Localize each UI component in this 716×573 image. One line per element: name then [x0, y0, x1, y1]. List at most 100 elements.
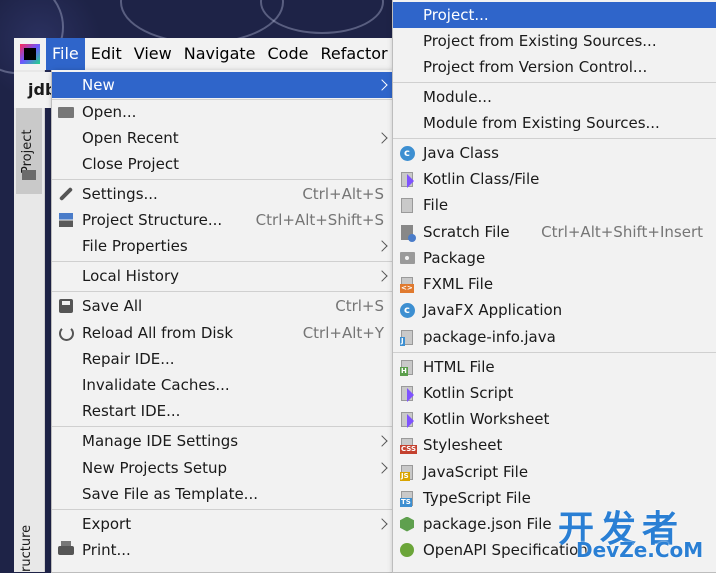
- new-item-fxml-file[interactable]: <> FXML File: [393, 271, 716, 297]
- editor-tab[interactable]: jdb: [14, 72, 56, 108]
- html-file-icon: H: [398, 358, 416, 376]
- wallpaper-swirl: [260, 0, 384, 34]
- new-item-scratch-file[interactable]: Scratch File Ctrl+Alt+Shift+Insert: [393, 219, 716, 245]
- css-file-icon: CSS: [398, 436, 418, 454]
- menu-item-save-all[interactable]: Save All Ctrl+S: [52, 293, 392, 319]
- menu-view-label: View: [133, 44, 172, 63]
- menu-item-shortcut: Ctrl+Alt+S: [302, 185, 384, 203]
- menu-view[interactable]: View: [128, 38, 178, 70]
- menu-navigate[interactable]: Navigate: [178, 38, 262, 70]
- menu-item-open[interactable]: Open...: [52, 99, 392, 125]
- submenu-arrow-icon: [376, 270, 388, 282]
- menu-item-label: New Projects Setup: [82, 459, 228, 477]
- menu-item-reload-all[interactable]: Reload All from Disk Ctrl+Alt+Y: [52, 320, 392, 346]
- menu-item-label: Scratch File: [423, 223, 510, 241]
- menu-item-shortcut: Ctrl+Alt+Shift+Insert: [541, 223, 703, 241]
- java-class-icon: c: [398, 144, 416, 162]
- new-item-java-class[interactable]: c Java Class: [393, 140, 716, 166]
- menu-separator: [393, 138, 716, 139]
- new-item-package[interactable]: Package: [393, 245, 716, 271]
- kotlin-file-icon: [398, 170, 416, 188]
- new-item-module-existing-sources[interactable]: Module from Existing Sources...: [393, 110, 716, 136]
- javafx-icon: c: [398, 301, 416, 319]
- menu-item-label: Java Class: [423, 144, 499, 162]
- menu-item-label: Kotlin Worksheet: [423, 410, 550, 428]
- menu-item-local-history[interactable]: Local History: [52, 263, 392, 289]
- menu-item-print[interactable]: Print...: [52, 537, 392, 563]
- menu-item-label: Kotlin Script: [423, 384, 514, 402]
- menu-edit[interactable]: Edit: [85, 38, 128, 70]
- structure-tool-window-tab[interactable]: ructure: [14, 500, 40, 572]
- menu-file-label: File: [52, 44, 79, 63]
- new-item-project-vcs[interactable]: Project from Version Control...: [393, 54, 716, 80]
- menu-item-label: Module from Existing Sources...: [423, 114, 660, 132]
- menu-edit-label: Edit: [90, 44, 122, 63]
- kotlin-script-icon: [398, 384, 416, 402]
- menu-refactor-label: Refactor: [320, 44, 388, 63]
- new-item-javafx-application[interactable]: c JavaFX Application: [393, 297, 716, 323]
- fxml-file-icon: <>: [398, 275, 416, 293]
- new-item-project[interactable]: Project...: [393, 2, 716, 28]
- new-item-kotlin-class[interactable]: Kotlin Class/File: [393, 166, 716, 192]
- save-icon: [57, 297, 75, 315]
- menu-separator: [393, 82, 716, 83]
- menu-item-shortcut: Ctrl+Alt+Shift+S: [255, 211, 384, 229]
- project-tool-window-tab[interactable]: Project: [16, 108, 42, 194]
- menu-item-invalidate-caches[interactable]: Invalidate Caches...: [52, 372, 392, 398]
- menu-item-label: package.json File: [423, 515, 552, 533]
- menu-code-label: Code: [267, 44, 309, 63]
- new-item-project-existing-sources[interactable]: Project from Existing Sources...: [393, 28, 716, 54]
- menu-item-save-as-template[interactable]: Save File as Template...: [52, 481, 392, 507]
- menu-separator: [52, 509, 392, 510]
- menu-item-project-structure[interactable]: Project Structure... Ctrl+Alt+Shift+S: [52, 207, 392, 233]
- menu-item-label: Local History: [82, 267, 180, 285]
- menubar: File Edit View Navigate Code Refactor: [14, 38, 394, 70]
- menu-item-open-recent[interactable]: Open Recent: [52, 125, 392, 151]
- menu-refactor[interactable]: Refactor: [314, 38, 393, 70]
- menu-item-shortcut: Ctrl+Alt+Y: [302, 324, 384, 342]
- package-icon: [398, 249, 416, 267]
- menu-file[interactable]: File: [46, 38, 85, 70]
- intellij-logo-icon: [20, 44, 40, 64]
- menu-separator: [52, 426, 392, 427]
- menu-item-label: Print...: [82, 541, 131, 559]
- menu-item-label: Repair IDE...: [82, 350, 175, 368]
- new-item-kotlin-script[interactable]: Kotlin Script: [393, 380, 716, 406]
- menu-item-close-project[interactable]: Close Project: [52, 151, 392, 177]
- reload-icon: [57, 324, 75, 342]
- menu-code[interactable]: Code: [262, 38, 315, 70]
- menu-item-manage-ide-settings[interactable]: Manage IDE Settings: [52, 428, 392, 454]
- folder-open-icon: [57, 103, 75, 121]
- menu-item-new[interactable]: New: [52, 72, 392, 98]
- nodejs-icon: [398, 515, 416, 533]
- menu-separator: [52, 261, 392, 262]
- menu-separator: [393, 352, 716, 353]
- new-item-module[interactable]: Module...: [393, 84, 716, 110]
- menu-item-label: Kotlin Class/File: [423, 170, 540, 188]
- new-item-kotlin-worksheet[interactable]: Kotlin Worksheet: [393, 406, 716, 432]
- new-item-package-info[interactable]: Jpackage-info.java: [393, 324, 716, 350]
- new-item-html-file[interactable]: H HTML File: [393, 354, 716, 380]
- new-item-stylesheet[interactable]: CSS Stylesheet: [393, 432, 716, 458]
- menu-item-label: package-info.java: [423, 328, 556, 346]
- menu-item-label: New: [82, 76, 115, 94]
- menu-item-settings[interactable]: Settings... Ctrl+Alt+S: [52, 181, 392, 207]
- file-menu: New Open... Open Recent Close Project Se…: [51, 70, 393, 573]
- menu-item-label: Project Structure...: [82, 211, 223, 229]
- menu-item-file-properties[interactable]: File Properties: [52, 233, 392, 259]
- new-item-file[interactable]: File: [393, 192, 716, 218]
- menu-item-new-projects-setup[interactable]: New Projects Setup: [52, 455, 392, 481]
- folder-icon: [22, 170, 36, 180]
- submenu-arrow-icon: [376, 435, 388, 447]
- menu-item-export[interactable]: Export: [52, 511, 392, 537]
- menu-item-repair-ide[interactable]: Repair IDE...: [52, 346, 392, 372]
- structure-tab-label: ructure: [19, 524, 34, 572]
- project-structure-icon: [57, 211, 75, 229]
- menu-item-restart-ide[interactable]: Restart IDE...: [52, 398, 392, 424]
- menu-navigate-label: Navigate: [183, 44, 256, 63]
- new-submenu: Project... Project from Existing Sources…: [392, 0, 716, 573]
- openapi-icon: [398, 541, 416, 559]
- menu-item-label: Save File as Template...: [82, 485, 258, 503]
- new-item-javascript-file[interactable]: JS JavaScript File: [393, 459, 716, 485]
- project-tab-label: Project: [20, 129, 35, 174]
